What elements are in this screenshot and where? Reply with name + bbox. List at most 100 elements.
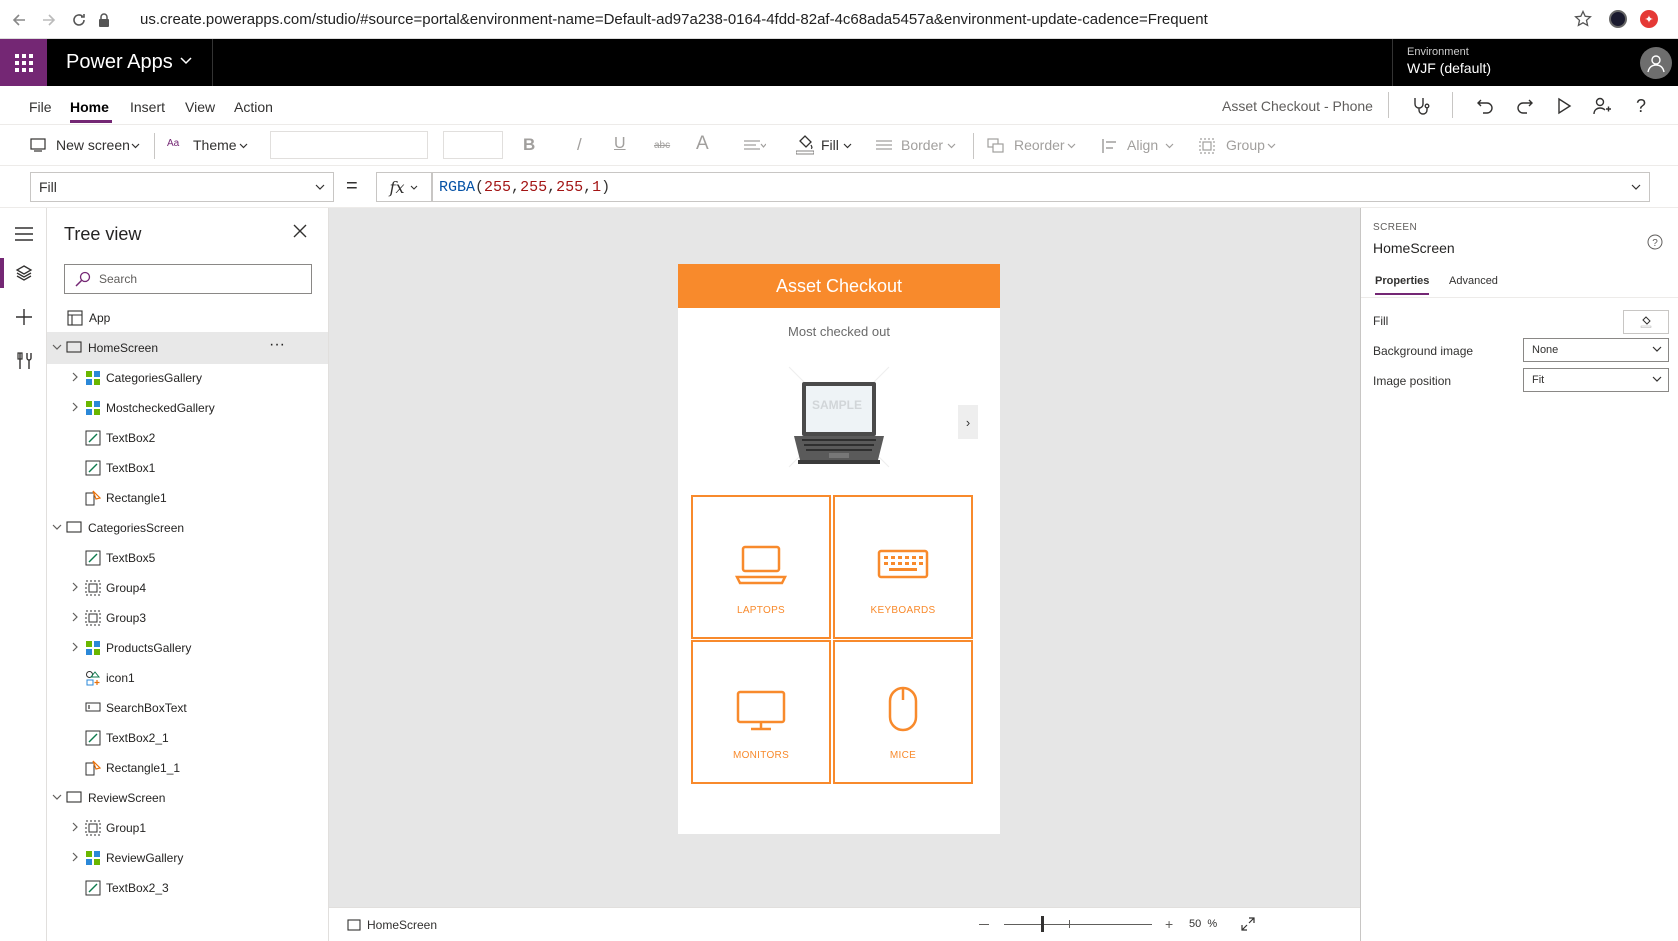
zoom-slider-thumb[interactable] <box>1041 916 1044 932</box>
app-name[interactable]: Power Apps <box>66 51 173 74</box>
next-arrow-icon[interactable]: › <box>958 405 978 439</box>
undo-icon[interactable] <box>1473 94 1497 118</box>
strikethrough-button[interactable]: abc <box>654 140 670 151</box>
chevron-down-icon[interactable] <box>947 143 956 149</box>
fx-button[interactable]: fx <box>376 172 432 202</box>
zoom-in-icon[interactable]: + <box>1165 916 1173 932</box>
layers-icon[interactable] <box>12 261 36 285</box>
app-header-bar[interactable]: Asset Checkout <box>678 264 1000 308</box>
category-tile-mice[interactable]: MICE <box>833 640 973 784</box>
current-screen-label[interactable]: HomeScreen <box>367 918 437 932</box>
tree-control-node[interactable]: Group1 <box>47 812 328 844</box>
menu-file[interactable]: File <box>29 99 52 115</box>
chevron-down-icon[interactable] <box>52 342 62 352</box>
reorder-button[interactable]: Reorder <box>1014 137 1065 153</box>
tree-screen-node[interactable]: HomeScreen ··· <box>47 332 328 364</box>
tree-screen-node[interactable]: ReviewScreen <box>47 782 328 814</box>
fit-to-window-icon[interactable] <box>1241 917 1255 931</box>
design-canvas[interactable]: Asset Checkout Most checked out SAMPLE ›… <box>329 208 1360 907</box>
tab-advanced[interactable]: Advanced <box>1449 275 1498 287</box>
zoom-level[interactable]: 50 % <box>1189 918 1217 930</box>
back-icon[interactable] <box>8 9 30 31</box>
tree-control-node[interactable]: MostcheckedGallery <box>47 392 328 424</box>
share-user-icon[interactable] <box>1590 94 1614 118</box>
tree-control-node[interactable]: CategoriesGallery <box>47 362 328 394</box>
laptop-image[interactable]: SAMPLE <box>774 352 904 482</box>
chevron-down-icon[interactable] <box>52 522 62 532</box>
chevron-down-icon[interactable] <box>239 143 248 149</box>
tree-control-node[interactable]: ProductsGallery <box>47 632 328 664</box>
formula-input[interactable]: RGBA(255,255,255,1) <box>432 172 1650 202</box>
chevron-down-icon[interactable] <box>131 143 140 149</box>
tree-control-node[interactable]: TextBox2 <box>47 422 328 454</box>
group-button[interactable]: Group <box>1226 137 1265 153</box>
tree-control-node[interactable]: SearchBoxText <box>47 692 328 724</box>
tree-control-node[interactable]: ReviewGallery <box>47 842 328 874</box>
bold-button[interactable]: B <box>523 135 535 155</box>
app-screen-preview[interactable]: Asset Checkout Most checked out SAMPLE ›… <box>678 264 1000 834</box>
chevron-right-icon[interactable] <box>70 582 80 592</box>
zoom-out-icon[interactable] <box>979 924 989 925</box>
help-icon[interactable]: ? <box>1647 234 1663 250</box>
chevron-down-icon[interactable] <box>180 57 192 65</box>
chevron-down-icon[interactable] <box>1267 143 1276 149</box>
tree-control-node[interactable]: icon1 <box>47 662 328 694</box>
new-screen-button[interactable]: New screen <box>56 137 130 153</box>
waffle-icon[interactable] <box>0 39 47 86</box>
help-icon[interactable]: ? <box>1629 94 1653 118</box>
extension-icon[interactable] <box>1609 10 1627 28</box>
chevron-right-icon[interactable] <box>70 612 80 622</box>
tools-icon[interactable] <box>12 349 36 373</box>
hamburger-icon[interactable] <box>12 222 36 246</box>
play-icon[interactable] <box>1552 94 1576 118</box>
tree-control-node[interactable]: TextBox2_1 <box>47 722 328 754</box>
border-button[interactable]: Border <box>901 137 943 153</box>
avatar[interactable] <box>1640 47 1672 79</box>
chevron-down-icon[interactable] <box>843 143 852 149</box>
align-button[interactable]: Align <box>1127 137 1158 153</box>
star-icon[interactable] <box>1574 10 1592 28</box>
selection-name[interactable]: HomeScreen <box>1373 240 1455 256</box>
chevron-right-icon[interactable] <box>70 402 80 412</box>
chevron-right-icon[interactable] <box>70 852 80 862</box>
tree-control-node[interactable]: TextBox2_3 <box>47 872 328 904</box>
tree-control-node[interactable]: Group3 <box>47 602 328 634</box>
theme-button[interactable]: Theme <box>193 137 237 153</box>
font-size-dropdown[interactable] <box>443 131 503 159</box>
chevron-down-icon[interactable] <box>1165 143 1174 149</box>
tree-screen-node[interactable]: CategoriesScreen <box>47 512 328 544</box>
menu-insert[interactable]: Insert <box>130 99 165 115</box>
tree-control-node[interactable]: TextBox1 <box>47 452 328 484</box>
plus-icon[interactable] <box>12 305 36 329</box>
underline-button[interactable]: U <box>614 135 626 153</box>
category-tile-laptops[interactable]: LAPTOPS <box>691 495 831 639</box>
chevron-down-icon[interactable] <box>52 792 62 802</box>
forward-icon[interactable] <box>38 9 60 31</box>
background-image-dropdown[interactable]: None <box>1523 338 1669 362</box>
property-dropdown[interactable]: Fill <box>30 172 334 202</box>
zoom-slider-track[interactable] <box>1004 924 1152 925</box>
font-color-button[interactable]: A <box>696 133 709 155</box>
app-checker-icon[interactable] <box>1409 94 1433 118</box>
image-position-dropdown[interactable]: Fit <box>1523 368 1669 392</box>
more-options-icon[interactable]: ··· <box>269 336 285 354</box>
fill-button[interactable]: Fill <box>821 137 839 153</box>
chevron-right-icon[interactable] <box>70 372 80 382</box>
tree-app-node[interactable]: App <box>47 302 328 334</box>
close-icon[interactable] <box>293 224 307 238</box>
redo-icon[interactable] <box>1513 94 1537 118</box>
menu-view[interactable]: View <box>185 99 215 115</box>
menu-home[interactable]: Home <box>70 99 109 115</box>
extension-alert-icon[interactable]: ✦ <box>1640 10 1658 28</box>
text-align-icon[interactable] <box>744 140 766 152</box>
chevron-right-icon[interactable] <box>70 822 80 832</box>
tab-properties[interactable]: Properties <box>1375 275 1429 287</box>
chevron-down-icon[interactable] <box>1067 143 1076 149</box>
tree-control-node[interactable]: Rectangle1 <box>47 482 328 514</box>
category-tile-monitors[interactable]: MONITORS <box>691 640 831 784</box>
tree-control-node[interactable]: Group4 <box>47 572 328 604</box>
expand-formula-icon[interactable] <box>1631 184 1641 190</box>
category-tile-keyboards[interactable]: KEYBOARDS <box>833 495 973 639</box>
fill-color-picker[interactable] <box>1623 310 1669 334</box>
address-bar[interactable]: us.create.powerapps.com/studio/#source=p… <box>140 9 1540 31</box>
